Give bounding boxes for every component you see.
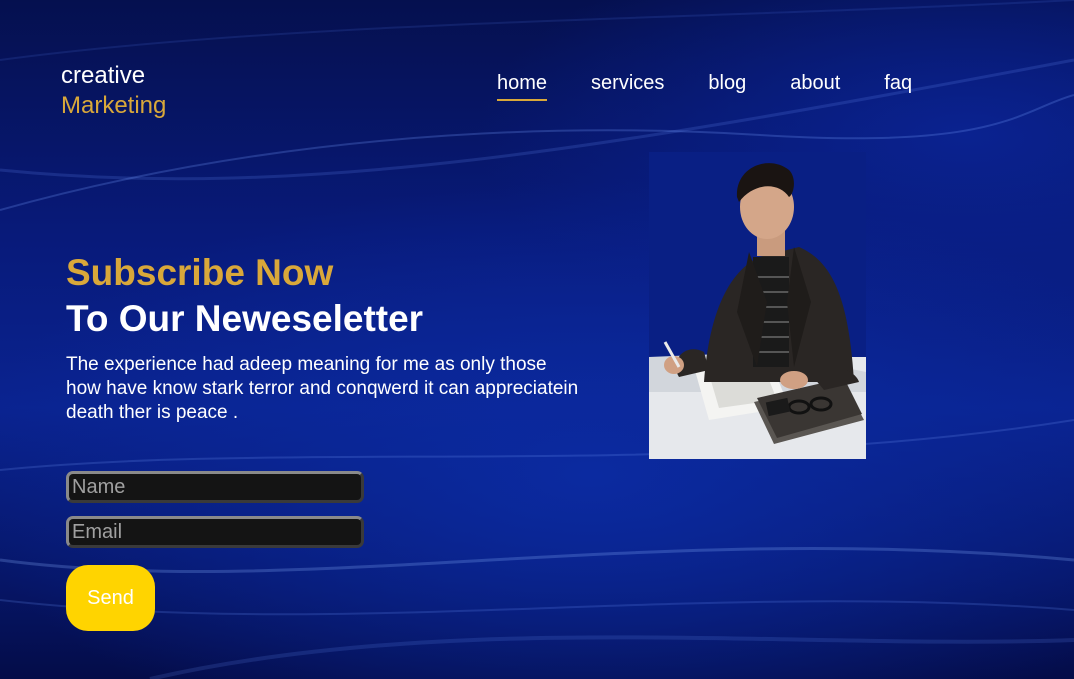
main-nav: home services blog about faq [497,72,912,101]
headline-accent: Subscribe Now [66,252,334,293]
send-button[interactable]: Send [66,565,155,631]
name-field[interactable] [66,471,364,503]
nav-item-home[interactable]: home [497,72,548,101]
brand-line1: creative [61,62,146,89]
nav-item-blog[interactable]: blog [708,72,746,101]
brand-line2: Marketing [61,92,167,119]
hero-description: The experience had adeep meaning for me … [66,354,579,423]
headline-main: To Our Neweseletter [66,298,424,339]
nav-item-faq[interactable]: faq [884,72,912,101]
nav-item-about[interactable]: about [790,72,840,101]
brand-logo[interactable]: creative Marketing [61,61,166,121]
email-field[interactable] [66,516,364,548]
hero-photo [649,152,866,459]
nav-item-services[interactable]: services [591,72,664,101]
